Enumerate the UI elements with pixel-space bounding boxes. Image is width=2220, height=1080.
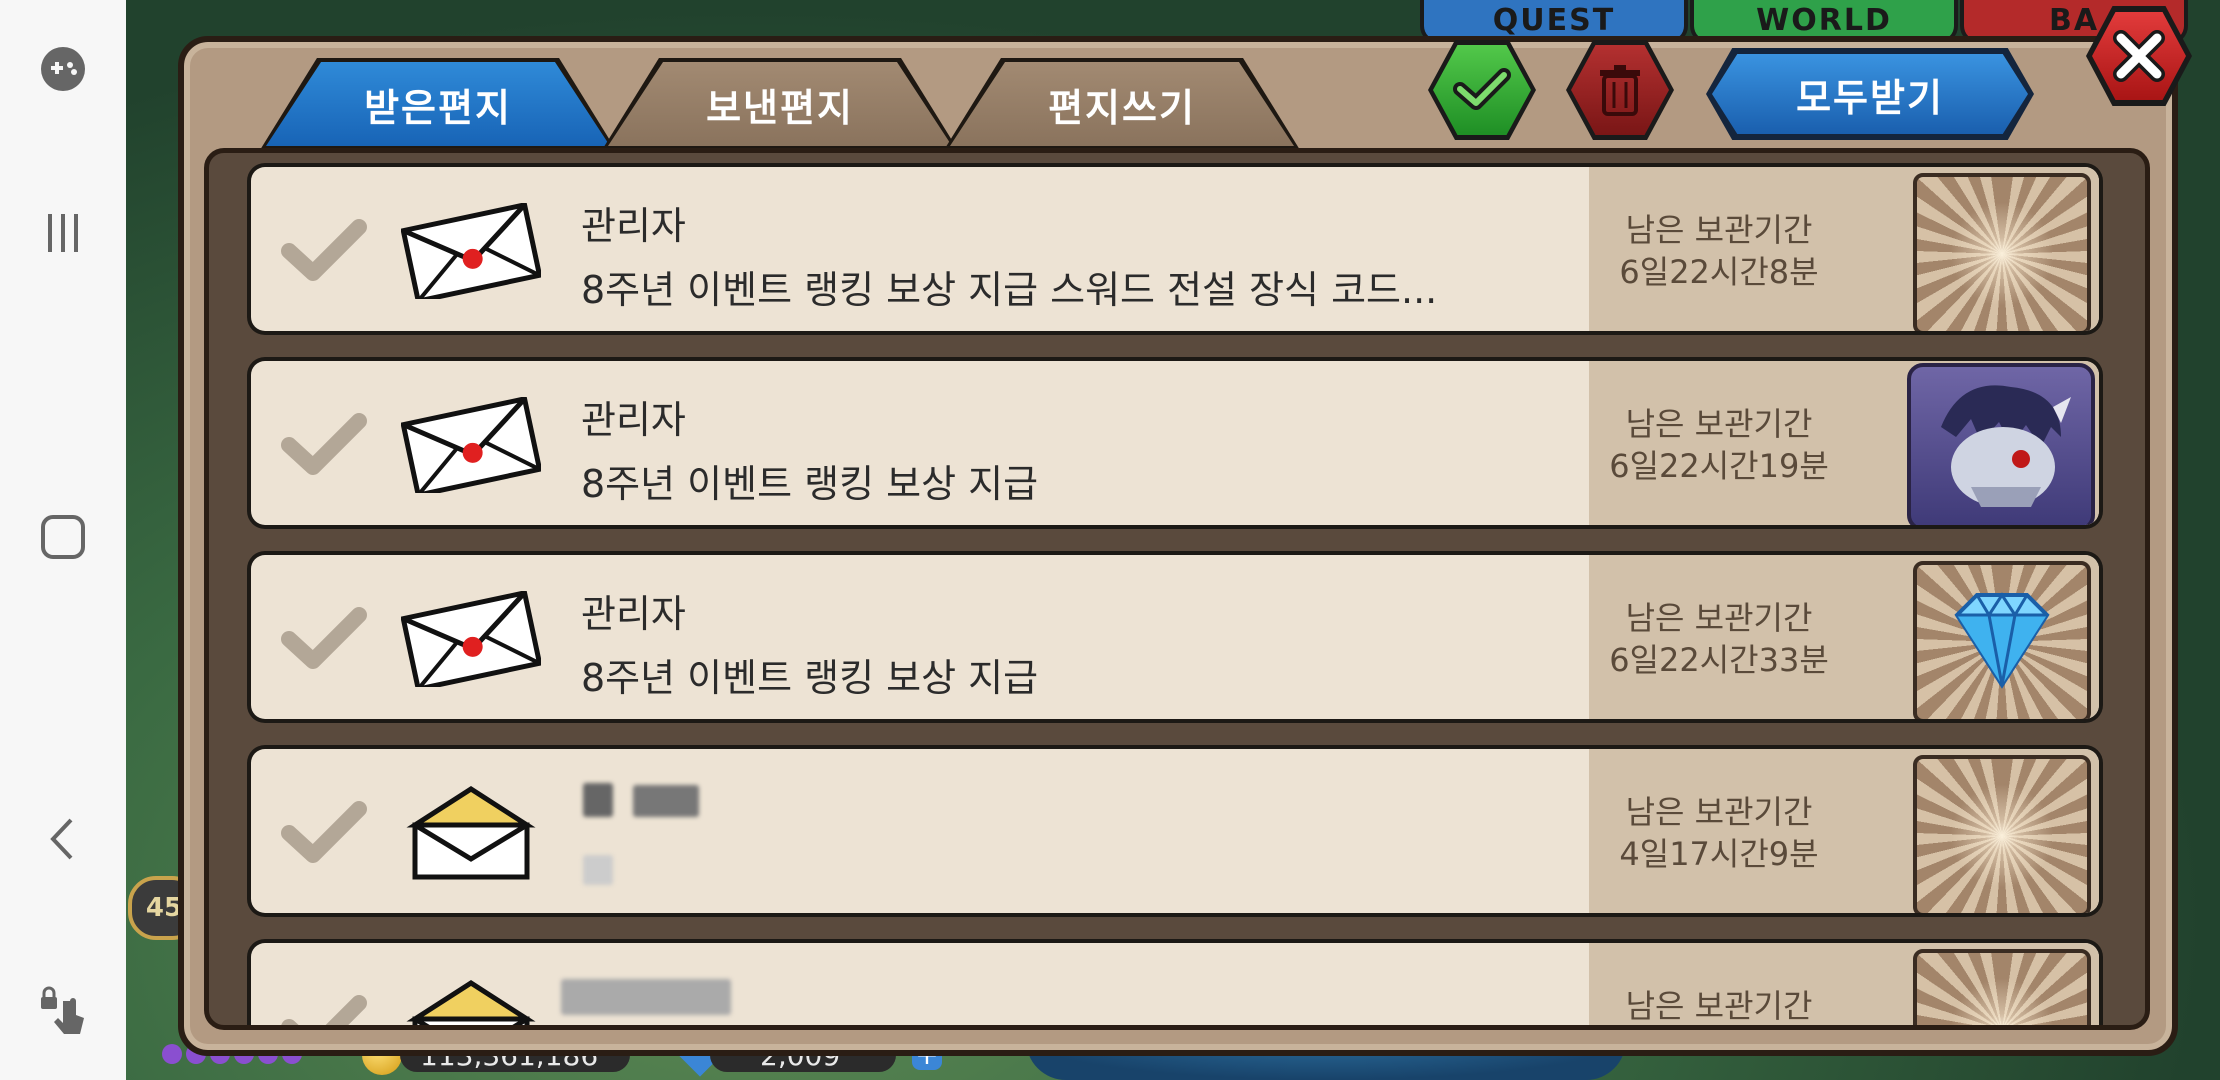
mail-item[interactable]: 남은 보관기간 xyxy=(247,939,2103,1030)
redacted-sender xyxy=(583,783,613,817)
mail-list[interactable]: 관리자 8주년 이벤트 랭킹 보상 지급 스워드 전설 장식 코드... 남은 … xyxy=(204,148,2150,1030)
select-check-icon[interactable] xyxy=(279,795,369,869)
opened-envelope-icon xyxy=(406,980,536,1025)
remaining-period-label: 남은 보관기간 xyxy=(1625,599,1813,637)
mail-subject: 8주년 이벤트 랭킹 보상 지급 스워드 전설 장식 코드... xyxy=(581,268,1438,312)
remaining-period: 남은 보관기간 6일22시간19분 xyxy=(1589,403,1849,487)
remaining-period: 남은 보관기간 6일22시간8분 xyxy=(1589,209,1849,293)
system-nav-bar xyxy=(0,0,126,1080)
redacted-subject xyxy=(583,855,613,885)
mail-meta: 남은 보관기간 4일17시간9분 xyxy=(1589,749,2099,913)
select-check-icon[interactable] xyxy=(279,407,369,481)
monster-portrait-icon xyxy=(1941,385,2071,507)
remaining-period-label: 남은 보관기간 xyxy=(1625,211,1813,249)
mail-item[interactable]: 관리자 8주년 이벤트 랭킹 보상 지급 스워드 전설 장식 코드... 남은 … xyxy=(247,163,2103,335)
select-check-icon[interactable] xyxy=(279,989,369,1030)
remaining-period-label: 남은 보관기간 xyxy=(1625,987,1813,1025)
mail-meta: 남은 보관기간 6일22시간33분 xyxy=(1589,555,2099,719)
remaining-period-time: 6일22시간19분 xyxy=(1609,447,1829,485)
unread-envelope-icon xyxy=(401,203,541,299)
tab-sent-mail[interactable]: 보낸편지 xyxy=(608,62,952,146)
game-controller-icon[interactable] xyxy=(30,36,96,102)
back-icon[interactable] xyxy=(30,806,96,872)
mail-sender: 관리자 xyxy=(581,398,686,442)
remaining-period: 남은 보관기간 xyxy=(1589,985,1849,1025)
tab-write-mail[interactable]: 편지쓰기 xyxy=(950,62,1294,146)
close-icon xyxy=(2113,30,2165,82)
mail-item[interactable]: 남은 보관기간 4일17시간9분 xyxy=(247,745,2103,917)
redacted-sender xyxy=(561,979,731,1015)
recent-apps-icon[interactable] xyxy=(30,200,96,266)
home-icon[interactable] xyxy=(30,504,96,570)
mail-subject: 8주년 이벤트 랭킹 보상 지급 xyxy=(581,462,1039,506)
tab-received-mail[interactable]: 받은편지 xyxy=(266,62,610,146)
unread-envelope-icon xyxy=(401,397,541,493)
mail-item[interactable]: 관리자 8주년 이벤트 랭킹 보상 지급 남은 보관기간 6일22시간33분 xyxy=(247,551,2103,723)
attachment-burst-icon[interactable] xyxy=(1913,173,2091,331)
select-check-icon[interactable] xyxy=(279,601,369,675)
remaining-period-label: 남은 보관기간 xyxy=(1625,405,1813,443)
diamond-icon xyxy=(1954,592,2050,689)
remaining-period: 남은 보관기간 4일17시간9분 xyxy=(1589,791,1849,875)
attachment-diamond-icon[interactable] xyxy=(1913,561,2091,719)
opened-envelope-icon xyxy=(406,786,536,880)
unread-envelope-icon xyxy=(401,591,541,687)
mail-item[interactable]: 관리자 8주년 이벤트 랭킹 보상 지급 남은 보관기간 6일22시간19분 xyxy=(247,357,2103,529)
mail-meta: 남은 보관기간 6일22시간8분 xyxy=(1589,167,2099,331)
receive-all-button[interactable]: 모두받기 xyxy=(1712,54,2028,134)
trash-icon xyxy=(1600,65,1640,116)
remaining-period-time: 6일22시간8분 xyxy=(1619,253,1819,291)
mail-subject: 8주년 이벤트 랭킹 보상 지급 xyxy=(581,656,1039,700)
mail-meta: 남은 보관기간 6일22시간19분 xyxy=(1589,361,2099,525)
attachment-character-icon[interactable] xyxy=(1907,363,2095,525)
remaining-period: 남은 보관기간 6일22시간33분 xyxy=(1589,597,1849,681)
select-check-icon[interactable] xyxy=(279,213,369,287)
mail-sender: 관리자 xyxy=(581,204,686,248)
remaining-period-time: 4일17시간9분 xyxy=(1619,835,1819,873)
checkmark-icon xyxy=(1453,68,1511,110)
mail-sender: 관리자 xyxy=(581,592,686,636)
remaining-period-time: 6일22시간33분 xyxy=(1609,641,1829,679)
mail-meta: 남은 보관기간 xyxy=(1589,943,2099,1025)
touch-lock-icon[interactable] xyxy=(30,976,96,1042)
attachment-burst-icon[interactable] xyxy=(1913,949,2091,1025)
remaining-period-label: 남은 보관기간 xyxy=(1625,793,1813,831)
attachment-burst-icon[interactable] xyxy=(1913,755,2091,913)
redacted-sender xyxy=(633,785,699,817)
